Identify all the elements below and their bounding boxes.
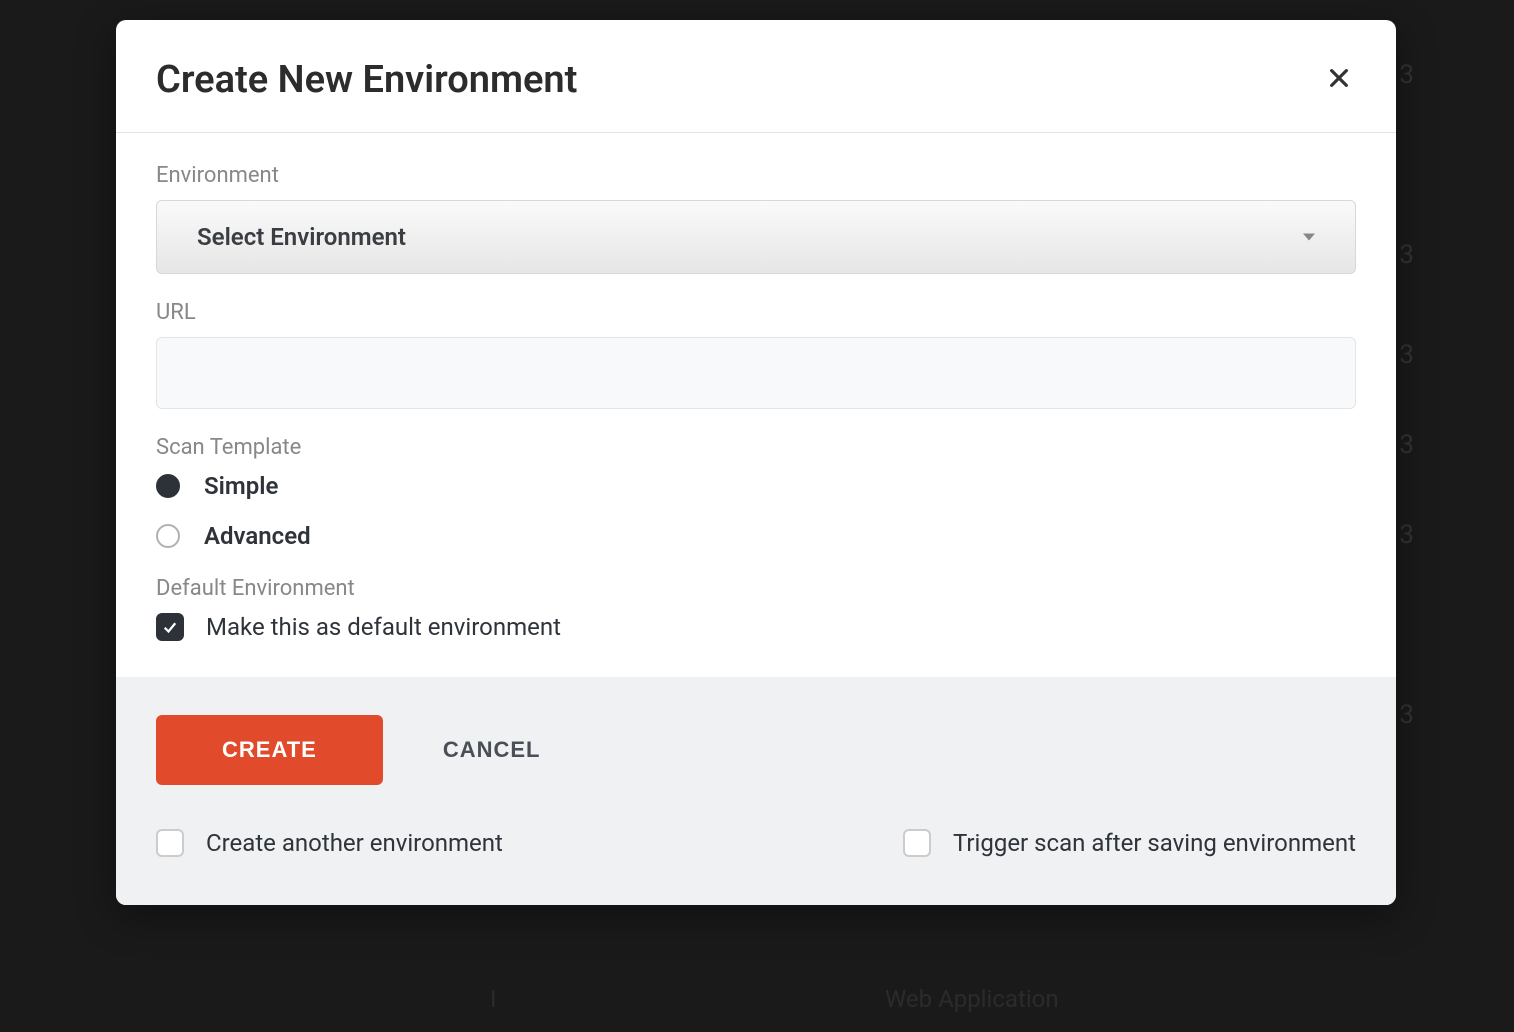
bg-text-right: Web Application [885,985,1059,1013]
url-label: URL [156,300,1356,325]
default-environment-checkbox-label: Make this as default environment [206,613,561,641]
radio-icon [156,524,180,548]
cancel-button[interactable]: CANCEL [443,737,541,763]
footer-buttons: CREATE CANCEL [156,715,1356,785]
bg-text-left: I [490,985,497,1013]
footer-options: Create another environment Trigger scan … [156,829,1356,857]
modal-body: Environment Select Environment URL Scan … [116,133,1396,677]
default-environment-checkbox[interactable]: Make this as default environment [156,613,1356,641]
checkbox-icon [156,829,184,857]
bg-digit: 3 [1399,240,1414,270]
scan-template-label: Scan Template [156,435,1356,460]
bg-digit: 3 [1399,430,1414,460]
radio-simple-label: Simple [204,472,278,500]
default-environment-label: Default Environment [156,576,1356,601]
default-environment-group: Default Environment Make this as default… [156,576,1356,641]
trigger-scan-checkbox[interactable]: Trigger scan after saving environment [903,829,1356,857]
checkbox-icon [903,829,931,857]
bg-digit: 3 [1399,340,1414,370]
environment-label: Environment [156,163,1356,188]
url-input[interactable] [156,337,1356,409]
trigger-scan-label: Trigger scan after saving environment [953,829,1356,857]
checkbox-icon [156,613,184,641]
modal-footer: CREATE CANCEL Create another environment… [116,677,1396,905]
environment-select[interactable]: Select Environment [156,200,1356,274]
create-button[interactable]: CREATE [156,715,383,785]
caret-down-icon [1303,234,1315,241]
modal-title: Create New Environment [156,58,577,102]
radio-simple[interactable]: Simple [156,472,1356,500]
radio-icon [156,474,180,498]
radio-advanced-label: Advanced [204,522,311,550]
close-icon [1328,63,1350,96]
create-another-label: Create another environment [206,829,503,857]
bg-digit: 3 [1399,700,1414,730]
create-environment-modal: Create New Environment Environment Selec… [116,20,1396,905]
modal-header: Create New Environment [116,20,1396,133]
url-field-group: URL [156,300,1356,409]
bg-digit: 3 [1399,60,1414,90]
bg-digit: 3 [1399,520,1414,550]
environment-field-group: Environment Select Environment [156,163,1356,274]
create-another-checkbox[interactable]: Create another environment [156,829,503,857]
environment-select-value: Select Environment [197,223,406,251]
close-button[interactable] [1322,60,1356,100]
scan-template-group: Scan Template Simple Advanced [156,435,1356,550]
radio-advanced[interactable]: Advanced [156,522,1356,550]
